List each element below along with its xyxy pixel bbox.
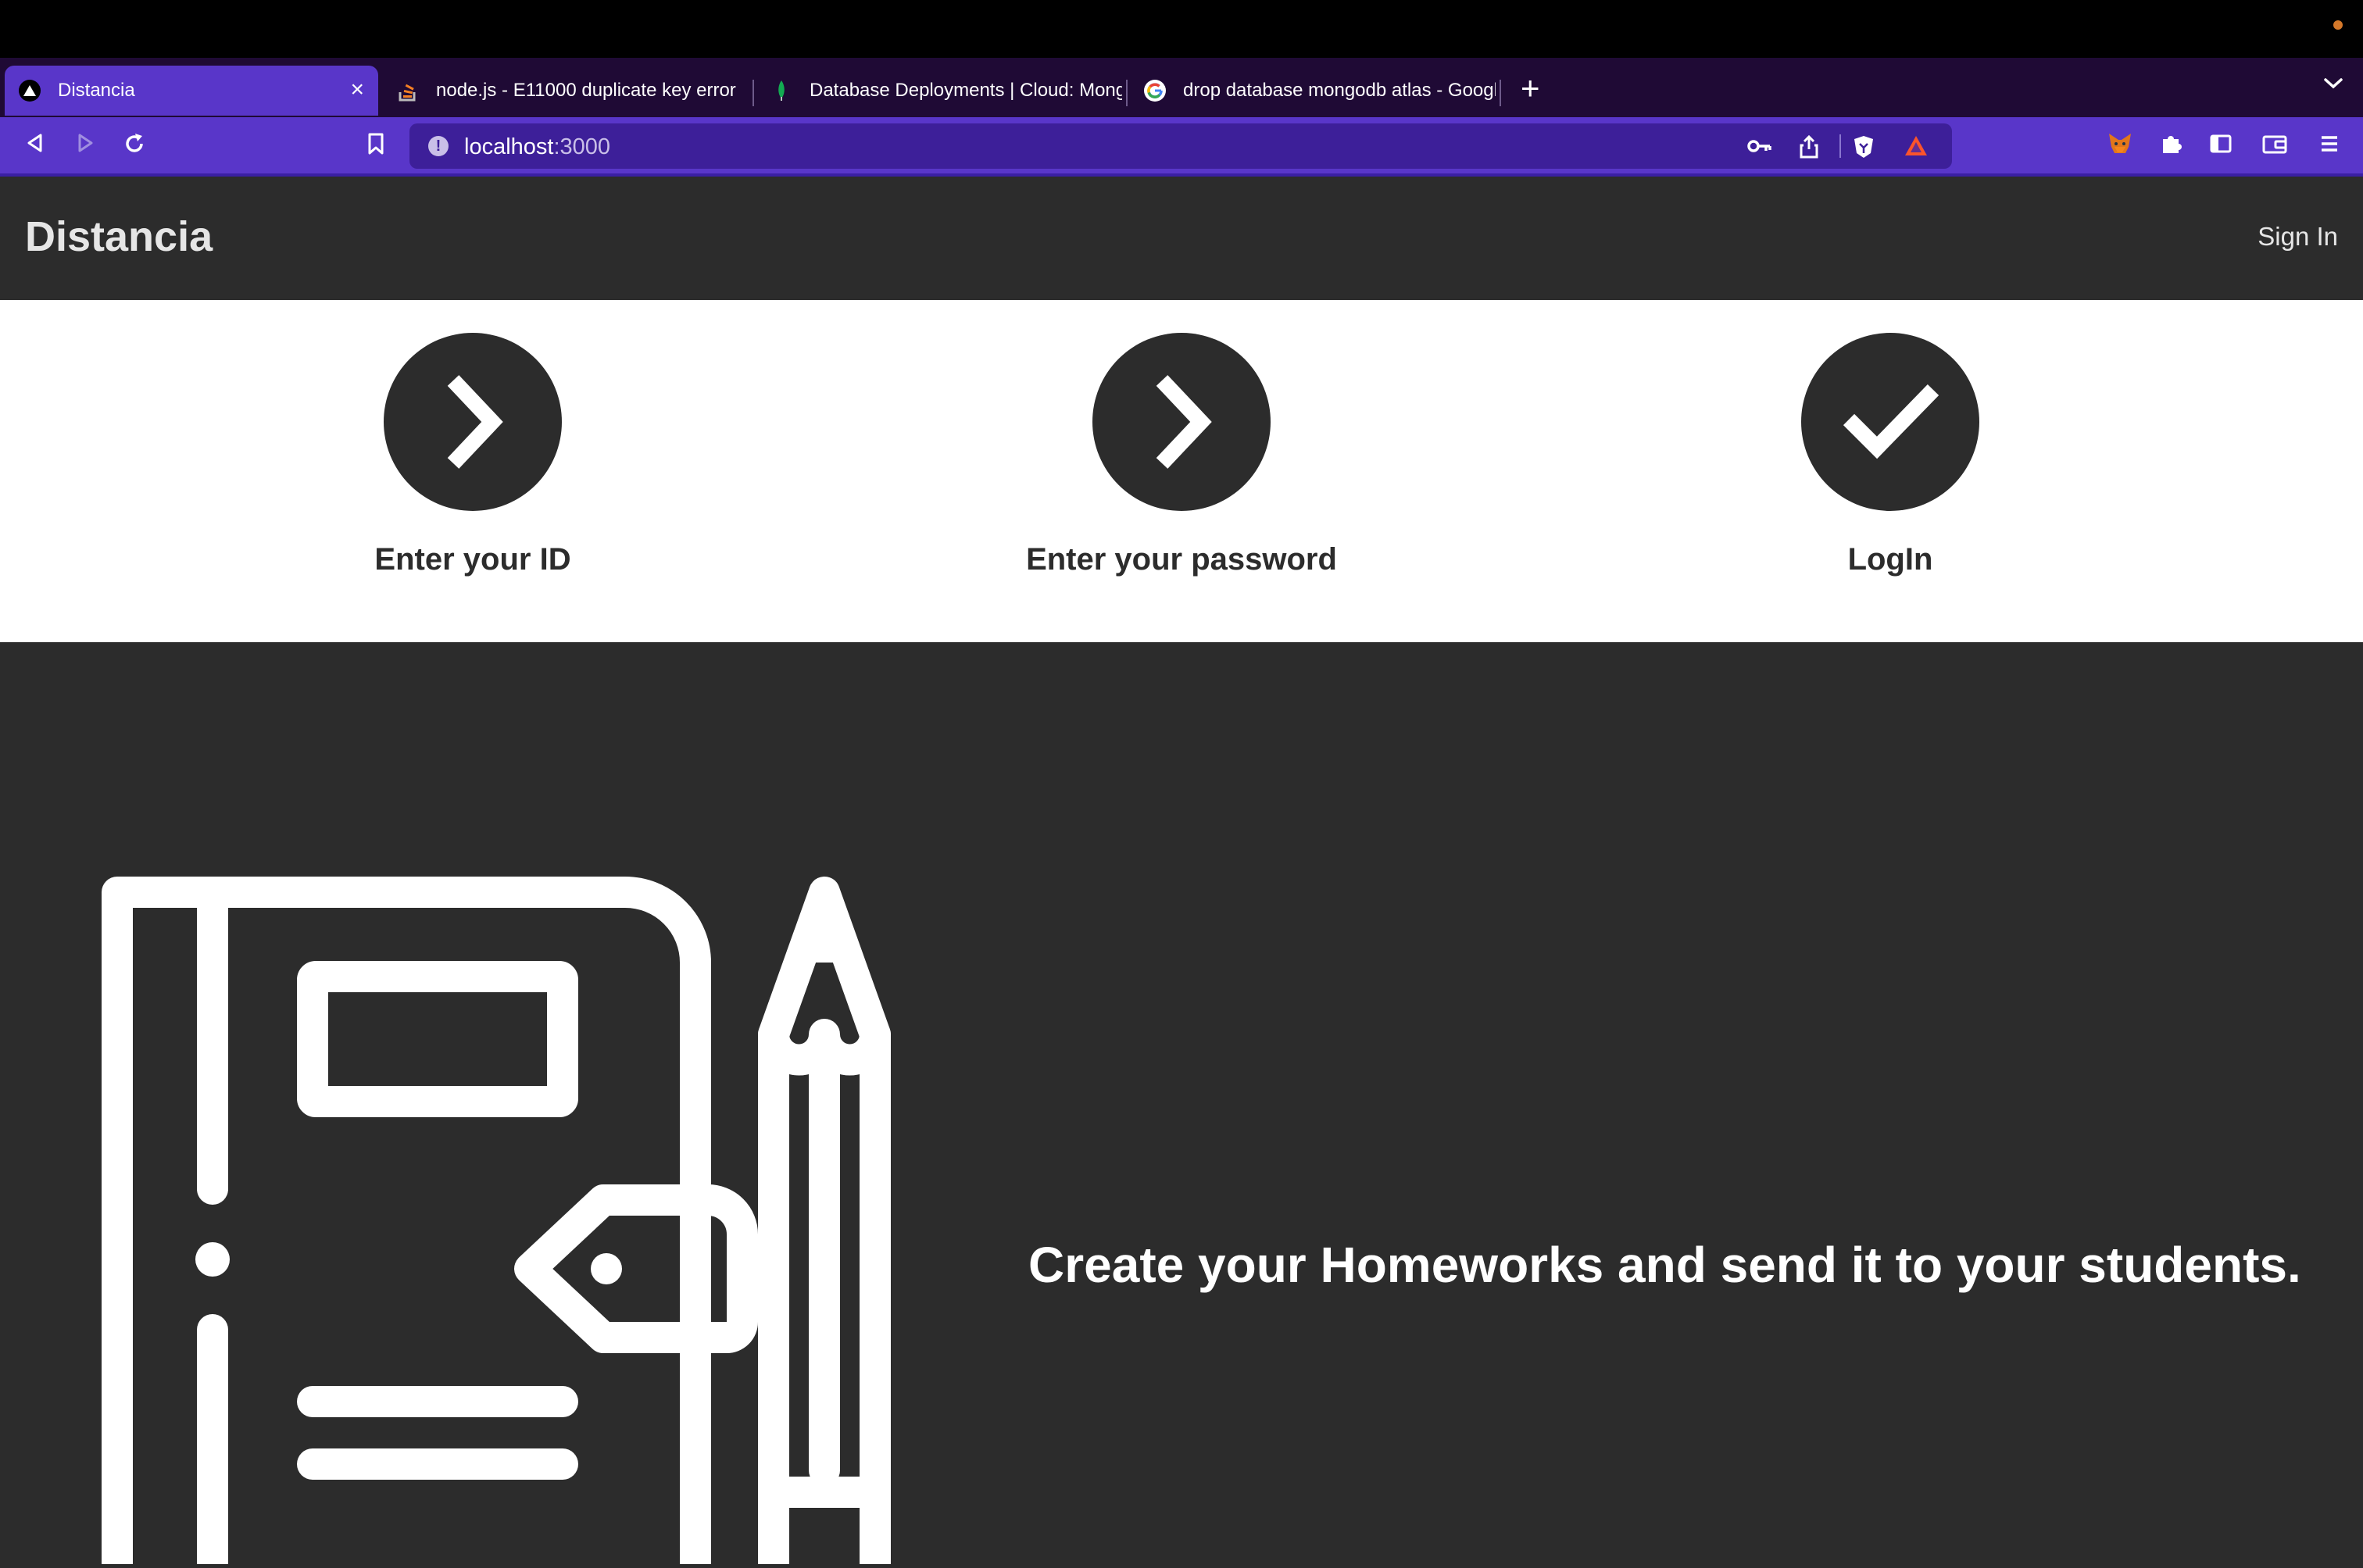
step-label: Enter your password: [1026, 542, 1337, 577]
feature-headline: Create your Homeworks and send it to you…: [1028, 1237, 2301, 1293]
navigation-bar: ! localhost:3000: [0, 117, 2363, 177]
site-info-icon[interactable]: !: [428, 136, 449, 156]
tab-separator: [753, 80, 754, 106]
recording-indicator: [2333, 20, 2343, 30]
sidebar-icon[interactable]: [2208, 131, 2233, 160]
url-host: localhost: [464, 134, 554, 159]
brand-logo-text[interactable]: Distancia: [25, 213, 213, 261]
triangle-favicon-icon: [19, 80, 41, 102]
homework-feature-section: Create your Homeworks and send it to you…: [0, 642, 2363, 1568]
tab-title: node.js - E11000 duplicate key error: [436, 80, 736, 101]
sign-in-link[interactable]: Sign In: [2258, 222, 2338, 252]
brave-rewards-icon[interactable]: [1904, 134, 1929, 162]
reload-icon[interactable]: [122, 131, 147, 160]
step-enter-password: Enter your password: [947, 333, 1416, 577]
tab-title: drop database mongodb atlas - Google: [1183, 80, 1496, 101]
google-favicon-icon: [1144, 80, 1166, 102]
extensions-puzzle-icon[interactable]: [2158, 131, 2183, 160]
brave-shield-icon[interactable]: [1852, 134, 1875, 163]
tab-stackoverflow[interactable]: node.js - E11000 duplicate key error: [383, 66, 753, 116]
tab-title: Database Deployments | Cloud: MongoDB: [810, 80, 1122, 101]
tab-mongodb[interactable]: Database Deployments | Cloud: MongoDB: [756, 66, 1127, 116]
step-label: Enter your ID: [374, 542, 571, 577]
url-text: localhost:3000: [464, 134, 610, 160]
address-bar[interactable]: ! localhost:3000: [409, 123, 1952, 169]
chevron-right-icon: [1092, 333, 1271, 511]
bookmark-icon[interactable]: [364, 131, 388, 160]
key-icon[interactable]: [1746, 134, 1772, 162]
forward-icon[interactable]: [73, 131, 97, 159]
tab-distancia[interactable]: Distancia ×: [5, 66, 378, 116]
step-enter-id: Enter your ID: [238, 333, 707, 577]
tab-google[interactable]: drop database mongodb atlas - Google: [1130, 66, 1500, 116]
metamask-extension-icon[interactable]: [2107, 131, 2133, 160]
tab-list-chevron-icon[interactable]: [2322, 77, 2344, 95]
chevron-right-icon: [384, 333, 562, 511]
divider: [1839, 134, 1841, 158]
site-header: Distancia Sign In: [0, 177, 2363, 300]
url-port: :3000: [553, 134, 611, 159]
login-steps-section: Enter your ID Enter your password LogIn: [0, 300, 2363, 642]
share-icon[interactable]: [1797, 134, 1821, 163]
tab-title: Distancia: [58, 80, 135, 101]
step-label: LogIn: [1847, 542, 1933, 577]
tab-separator: [1500, 80, 1501, 106]
step-login: LogIn: [1656, 333, 2125, 577]
menu-icon[interactable]: [2318, 131, 2341, 160]
close-tab-icon[interactable]: ×: [350, 77, 364, 103]
back-icon[interactable]: [23, 131, 47, 159]
notebook-pencil-icon: [102, 861, 946, 1568]
mongodb-leaf-icon: [770, 80, 792, 102]
wallet-icon[interactable]: [2261, 131, 2288, 160]
tab-strip: Distancia × node.js - E11000 duplicate k…: [0, 58, 2363, 117]
check-icon: [1801, 333, 1979, 511]
stackoverflow-favicon-icon: [397, 80, 419, 102]
new-tab-button[interactable]: +: [1521, 72, 1540, 105]
system-top-bar: [0, 0, 2363, 58]
tab-separator: [1126, 80, 1128, 106]
